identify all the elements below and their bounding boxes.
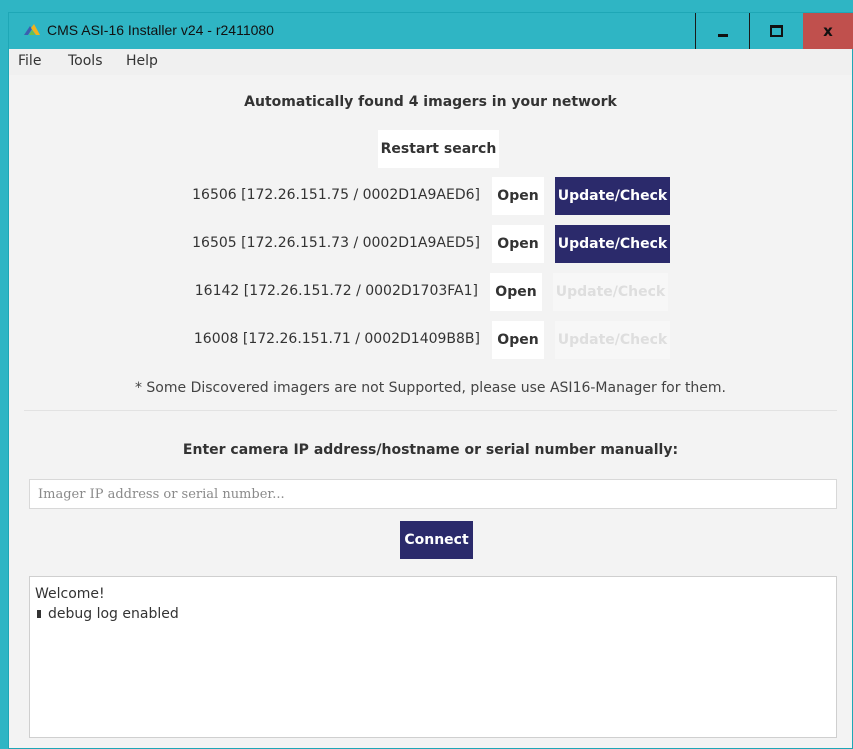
open-imager-button[interactable]: Open [490,273,542,311]
imager-label: 16505 [172.26.151.73 / 0002D1A9AED5] [192,235,480,251]
unsupported-note: * Some Discovered imagers are not Suppor… [134,380,727,396]
log-line-text: Welcome! [35,586,105,602]
maximize-icon [770,25,783,37]
open-imager-button[interactable]: Open [492,177,544,215]
update-check-button[interactable]: Update/Check [555,225,670,263]
minimize-icon [717,33,728,37]
open-imager-button[interactable]: Open [492,225,544,263]
imager-row: 16008 [172.26.151.71 / 0002D1409B8B] Ope… [9,321,852,359]
imager-row: 16506 [172.26.151.75 / 0002D1A9AED6] Ope… [9,177,852,215]
maximize-button[interactable] [749,13,803,49]
log-output[interactable]: Welcome! debug log enabled [29,576,837,738]
open-imager-button[interactable]: Open [492,321,544,359]
log-line: Welcome! [35,584,831,604]
menu-tools[interactable]: Tools [68,53,103,69]
minimize-button[interactable] [695,13,749,49]
menu-bar: File Tools Help [9,49,852,75]
imager-label: 16008 [172.26.151.71 / 0002D1409B8B] [193,331,480,347]
imager-label: 16506 [172.26.151.75 / 0002D1A9AED6] [192,187,480,203]
discovery-heading: Automatically found 4 imagers in your ne… [244,94,617,110]
close-icon: x [823,22,833,40]
imager-label: 16142 [172.26.151.72 / 0002D1703FA1] [194,283,478,299]
connect-button[interactable]: Connect [400,521,473,559]
close-button[interactable]: x [803,13,853,49]
manual-entry-heading: Enter camera IP address/hostname or seri… [182,442,679,458]
menu-file[interactable]: File [18,53,41,69]
installer-window: CMS ASI-16 Installer v24 - r2411080 x Fi… [8,12,853,749]
log-entry-bullet-icon [37,610,41,618]
menu-help[interactable]: Help [126,53,158,69]
section-divider [24,410,837,411]
imager-row: 16505 [172.26.151.73 / 0002D1A9AED5] Ope… [9,225,852,263]
window-title: CMS ASI-16 Installer v24 - r2411080 [47,22,274,38]
update-check-button-disabled: Update/Check [555,321,670,359]
log-line-text: debug log enabled [48,606,179,622]
imager-address-input[interactable] [29,479,837,509]
main-content: Automatically found 4 imagers in your ne… [9,75,852,748]
restart-search-button[interactable]: Restart search [378,130,499,168]
title-bar[interactable]: CMS ASI-16 Installer v24 - r2411080 x [9,13,853,49]
imager-row: 16142 [172.26.151.72 / 0002D1703FA1] Ope… [9,273,852,311]
log-line: debug log enabled [35,604,831,624]
app-logo-icon [24,24,40,35]
update-check-button-disabled: Update/Check [553,273,668,311]
update-check-button[interactable]: Update/Check [555,177,670,215]
